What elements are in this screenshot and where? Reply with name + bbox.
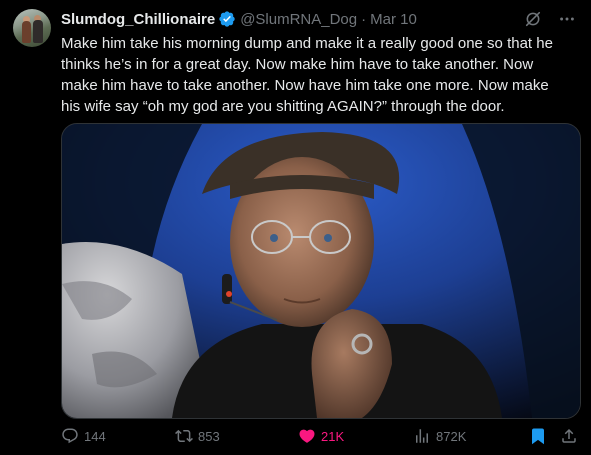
tweet-actions: 144 853 21K 872K [61,427,579,447]
reply-count: 144 [84,428,106,444]
tweet-header: Slumdog_Chillionaire @SlumRNA_Dog · Mar … [61,9,417,29]
repost-count: 853 [198,428,220,444]
tweet-media-image[interactable] [61,123,581,419]
media-illustration [62,124,580,418]
top-right-actions [523,9,577,29]
repost-icon [175,429,193,443]
reply-button[interactable]: 144 [61,427,106,445]
verified-badge-icon [218,10,236,28]
bookmark-button[interactable] [529,427,547,445]
avatar[interactable] [13,9,51,47]
share-button[interactable] [560,427,578,445]
avatar-figure [22,21,31,43]
bookmark-icon [532,428,544,445]
like-count: 21K [321,428,345,444]
tweet: Slumdog_Chillionaire @SlumRNA_Dog · Mar … [0,0,591,455]
avatar-figure [33,20,43,43]
repost-button[interactable]: 853 [175,427,220,445]
views-icon [416,429,428,443]
views-count: 872K [436,428,467,444]
tweet-text: Make him take his morning dump and make … [61,35,558,115]
timestamp[interactable]: Mar 10 [370,11,417,28]
handle[interactable]: @SlumRNA_Dog [240,11,357,28]
views-button[interactable]: 872K [413,427,466,445]
separator-dot: · [361,10,367,28]
like-button[interactable]: 21K [298,427,344,445]
display-name[interactable]: Slumdog_Chillionaire [61,11,215,28]
more-icon[interactable] [557,9,577,29]
heart-icon [299,429,315,443]
reply-icon [62,428,78,444]
grok-icon[interactable] [523,9,543,29]
share-icon [562,428,576,443]
